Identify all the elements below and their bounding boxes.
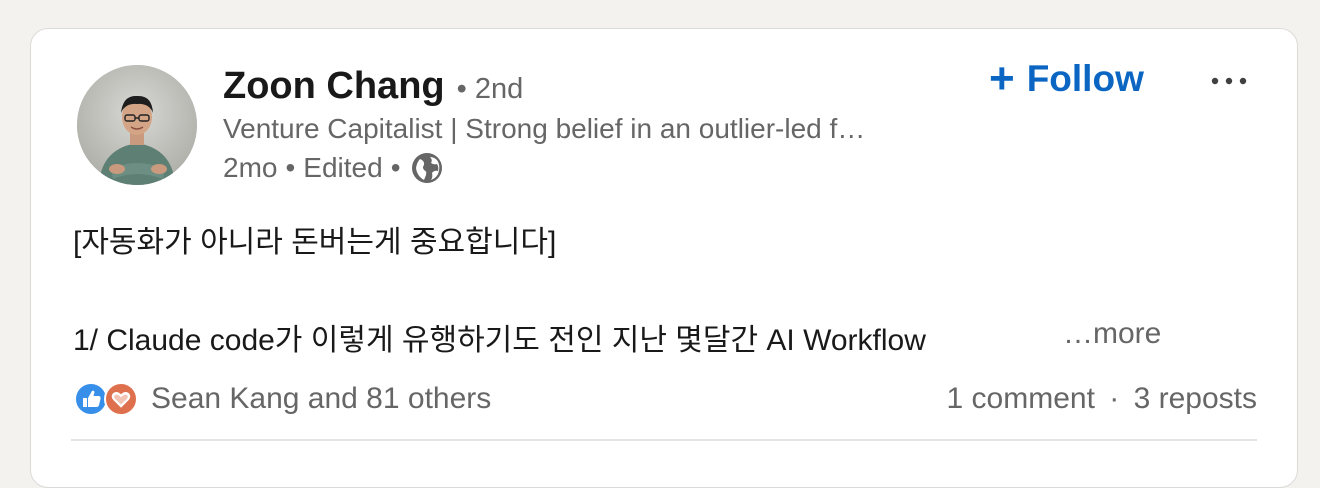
more-options-button[interactable] xyxy=(1207,69,1251,93)
post-text-line: 1/ Claude code가 이렇게 유행하기도 전인 지난 몇달간 AI W… xyxy=(73,324,926,357)
follow-button[interactable]: + Follow xyxy=(989,57,1144,101)
love-reaction-icon xyxy=(104,382,138,416)
plus-icon: + xyxy=(989,54,1015,103)
reactions-count: Sean Kang and 81 others xyxy=(151,382,492,415)
see-more-link[interactable]: …more xyxy=(1063,317,1161,351)
reaction-icons xyxy=(73,379,143,419)
avatar-photo xyxy=(77,65,197,185)
reposts-count-link[interactable]: 3 reposts xyxy=(1134,382,1257,415)
post-card: Zoon Chang • 2nd Venture Capitalist | St… xyxy=(30,28,1298,488)
reactions-summary[interactable]: Sean Kang and 81 others xyxy=(73,379,491,419)
author-name[interactable]: Zoon Chang xyxy=(223,65,445,108)
meta-separator: • xyxy=(285,152,296,183)
social-counts: 1 comment · 3 reposts xyxy=(947,382,1257,416)
author-avatar[interactable] xyxy=(77,65,197,185)
author-name-row: Zoon Chang • 2nd xyxy=(223,65,523,108)
post-time: 2mo xyxy=(223,152,278,183)
counts-separator: · xyxy=(1109,382,1120,415)
author-headline[interactable]: Venture Capitalist | Strong belief in an… xyxy=(223,113,865,145)
connection-degree: • 2nd xyxy=(456,73,524,105)
meta-separator: • xyxy=(390,152,401,183)
globe-icon xyxy=(411,152,443,184)
ellipsis-icon xyxy=(1211,77,1247,85)
post-text-line: [자동화가 아니라 돈버는게 중요합니다] xyxy=(73,226,557,259)
post-meta: 2mo • Edited • xyxy=(223,152,443,184)
follow-label: Follow xyxy=(1026,58,1144,99)
comments-count-link[interactable]: 1 comment xyxy=(947,382,1095,415)
divider xyxy=(71,439,1257,441)
edited-label: Edited xyxy=(303,152,383,183)
